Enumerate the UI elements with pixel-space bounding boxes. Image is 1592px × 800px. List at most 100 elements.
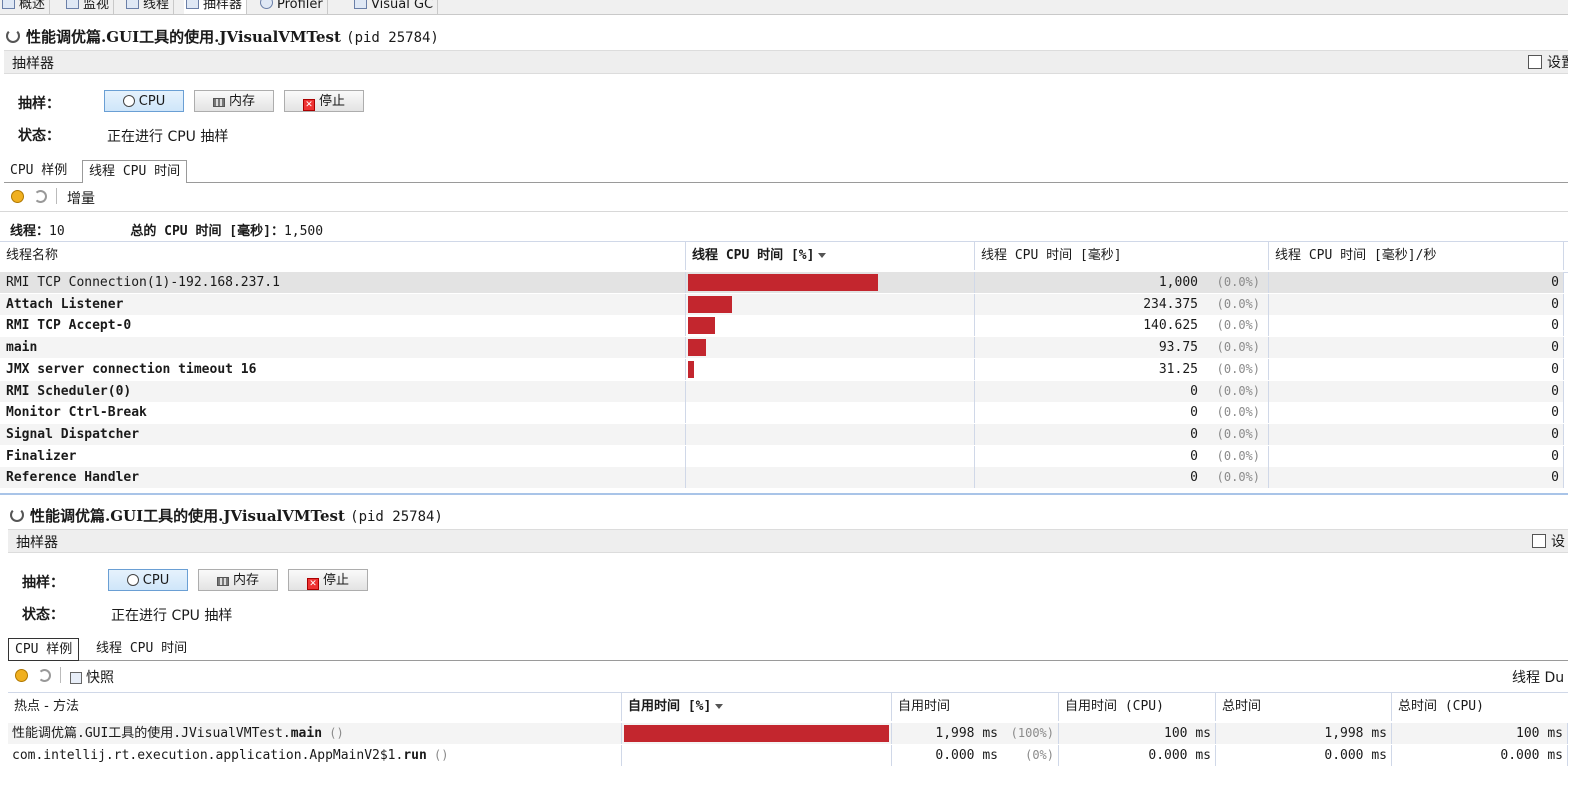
cpu-percent-cell bbox=[686, 315, 975, 337]
cpu-percent-cell bbox=[686, 380, 975, 402]
refresh-icon[interactable] bbox=[38, 669, 51, 682]
cpu-ms-cell: 140.625 (0.0%) bbox=[975, 315, 1269, 337]
cpu-button-2[interactable]: CPU bbox=[108, 569, 188, 591]
table-row[interactable]: Reference Handler 0 (0.0%) 0 bbox=[0, 467, 1564, 489]
table-row[interactable]: Signal Dispatcher 0 (0.0%) 0 bbox=[0, 423, 1564, 445]
settings-checkbox-2[interactable] bbox=[1532, 534, 1546, 548]
total-time-cpu-cell: 100 ms bbox=[1392, 723, 1568, 744]
col-hotspot-method[interactable]: 热点 - 方法 bbox=[8, 693, 622, 721]
memory-button-2[interactable]: 内存 bbox=[198, 569, 278, 591]
col-self-time[interactable]: 自用时间 bbox=[892, 693, 1059, 721]
table-row[interactable]: 性能调优篇.GUI工具的使用.JVisualVMTest.main () 1,99… bbox=[8, 723, 1568, 744]
table-row[interactable]: Finalizer 0 (0.0%) 0 bbox=[0, 445, 1564, 467]
pause-icon[interactable] bbox=[15, 669, 28, 682]
pause-icon[interactable] bbox=[11, 190, 24, 203]
table-row[interactable]: JMX server connection timeout 16 31.25 (0.… bbox=[0, 358, 1564, 380]
self-time-bar-cell bbox=[622, 745, 892, 766]
cpu-bar bbox=[688, 295, 732, 313]
col-thread-cpu-percent[interactable]: 线程 CPU 时间 [%] bbox=[686, 242, 975, 270]
tab-cpu-samples[interactable]: CPU 样例 bbox=[4, 160, 73, 182]
col-total-time[interactable]: 总时间 bbox=[1216, 693, 1392, 721]
sampler-section-header: 抽样器 bbox=[4, 50, 1568, 74]
col-thread-cpu-ms-per-sec[interactable]: 线程 CPU 时间 [毫秒]/秒 bbox=[1269, 242, 1564, 270]
cpu-ms-value: 234.375 bbox=[1143, 296, 1198, 312]
snapshot-button[interactable]: 快照 bbox=[70, 667, 114, 687]
stop-button-2[interactable]: ✕ 停止 bbox=[288, 569, 368, 591]
method-name: run bbox=[403, 748, 427, 763]
cpu-bar bbox=[688, 339, 706, 357]
col-total-time-cpu[interactable]: 总时间 (CPU) bbox=[1392, 693, 1568, 721]
cpu-rate-cell: 0 bbox=[1269, 293, 1564, 315]
tab-thread-cpu-time-2[interactable]: 线程 CPU 时间 bbox=[90, 638, 193, 660]
cpu-ms-value: 0 bbox=[1190, 448, 1198, 464]
tab-sampler[interactable]: 抽样器 bbox=[184, 0, 248, 14]
thread-summary: 线程：10 总的 CPU 时间 [毫秒]：1,500 bbox=[10, 220, 323, 239]
thread-name-cell: RMI Scheduler(0) bbox=[0, 380, 686, 402]
cpu-ms-cell: 0 (0.0%) bbox=[975, 445, 1269, 467]
cpu-ms-percent: (0.0%) bbox=[1216, 405, 1260, 420]
top-tab-bar: 概述 监视 线程 抽样器 Profiler Visual GC bbox=[0, 0, 1592, 15]
method-args: () bbox=[426, 748, 449, 762]
settings-checkbox[interactable] bbox=[1528, 55, 1542, 69]
cpu-ms-cell: 0 (0.0%) bbox=[975, 467, 1269, 489]
total-time-cell: 1,998 ms bbox=[1216, 723, 1392, 744]
cpu-percent-cell bbox=[686, 293, 975, 315]
thread-name-cell: Monitor Ctrl-Break bbox=[0, 402, 686, 424]
tab-thread-cpu-time[interactable]: 线程 CPU 时间 bbox=[82, 160, 188, 183]
method-args: () bbox=[322, 726, 344, 740]
cpu-ms-percent: (0.0%) bbox=[1216, 361, 1260, 376]
table-row[interactable]: main 93.75 (0.0%) 0 bbox=[0, 337, 1564, 359]
delta-toggle[interactable]: 增量 bbox=[67, 188, 95, 208]
thread-name-cell: Attach Listener bbox=[0, 293, 686, 315]
col-thread-cpu-ms[interactable]: 线程 CPU 时间 [毫秒] bbox=[975, 242, 1269, 270]
cpu-button[interactable]: CPU bbox=[104, 90, 184, 112]
cpu-ms-value: 140.625 bbox=[1143, 318, 1198, 334]
self-time-cpu-cell: 100 ms bbox=[1059, 723, 1216, 744]
table-row[interactable]: RMI Scheduler(0) 0 (0.0%) 0 bbox=[0, 380, 1564, 402]
status-label: 状态： bbox=[18, 128, 60, 144]
page-title: 性能调优篇.GUI工具的使用.JVisualVMTest (pid 25784) bbox=[6, 26, 439, 47]
self-time-bar bbox=[624, 725, 889, 742]
col-self-time-percent[interactable]: 自用时间 [%] bbox=[622, 693, 892, 721]
col-thread-name[interactable]: 线程名称 bbox=[0, 242, 686, 270]
table-row[interactable]: RMI TCP Accept-0 140.625 (0.0%) 0 bbox=[0, 315, 1564, 337]
cpu-ms-percent: (0.0%) bbox=[1216, 448, 1260, 463]
thread-dump-button[interactable]: 线程 Du bbox=[1512, 667, 1564, 687]
page-title-2: 性能调优篇.GUI工具的使用.JVisualVMTest (pid 25784) bbox=[10, 505, 443, 526]
tab-visual-gc[interactable]: Visual GC bbox=[352, 0, 439, 14]
stop-button[interactable]: ✕ 停止 bbox=[284, 90, 364, 112]
memory-button[interactable]: 内存 bbox=[194, 90, 274, 112]
tab-overview[interactable]: 概述 bbox=[0, 0, 51, 14]
cpu-ms-cell: 0 (0.0%) bbox=[975, 380, 1269, 402]
tab-monitor[interactable]: 监视 bbox=[64, 0, 115, 14]
cpu-rate-cell: 0 bbox=[1269, 445, 1564, 467]
self-time-cell: 1,998 ms (100%) bbox=[892, 723, 1059, 744]
settings-label-2: 设 bbox=[1551, 534, 1565, 550]
overview-icon bbox=[2, 0, 15, 9]
table-row[interactable]: RMI TCP Connection(1)-192.168.237.1 1,000… bbox=[0, 272, 1564, 293]
refresh-icon[interactable] bbox=[34, 190, 47, 203]
panel-divider[interactable] bbox=[0, 493, 1568, 495]
method-name: main bbox=[290, 726, 323, 741]
cpu-bar bbox=[688, 360, 694, 378]
cpu-bar bbox=[688, 274, 878, 291]
table-row[interactable]: Attach Listener 234.375 (0.0%) 0 bbox=[0, 293, 1564, 315]
threads-label: 线程： bbox=[10, 224, 50, 239]
table-row[interactable]: Monitor Ctrl-Break 0 (0.0%) 0 bbox=[0, 402, 1564, 424]
total-time-cell: 0.000 ms bbox=[1216, 745, 1392, 766]
thread-name-cell: Reference Handler bbox=[0, 467, 686, 489]
sample-label: 抽样： bbox=[18, 96, 60, 112]
cpu-ms-percent: (0.0%) bbox=[1216, 340, 1260, 355]
subtab-divider bbox=[4, 182, 1568, 183]
col-self-time-cpu[interactable]: 自用时间 (CPU) bbox=[1059, 693, 1216, 721]
tab-threads[interactable]: 线程 bbox=[124, 0, 175, 14]
sampler-icon bbox=[186, 0, 199, 9]
thread-table-header: 线程名称 线程 CPU 时间 [%] 线程 CPU 时间 [毫秒] 线程 CPU… bbox=[0, 241, 1568, 273]
stop-icon: ✕ bbox=[302, 99, 315, 111]
tab-profiler[interactable]: Profiler bbox=[258, 0, 328, 14]
table-row[interactable]: com.intellij.rt.execution.application.Ap… bbox=[8, 745, 1568, 766]
total-cpu-value: 1,500 bbox=[283, 224, 324, 239]
tab-cpu-samples-2[interactable]: CPU 样例 bbox=[8, 638, 80, 661]
cpu-bar bbox=[688, 317, 715, 335]
cpu-ms-value: 1,000 bbox=[1158, 275, 1198, 290]
